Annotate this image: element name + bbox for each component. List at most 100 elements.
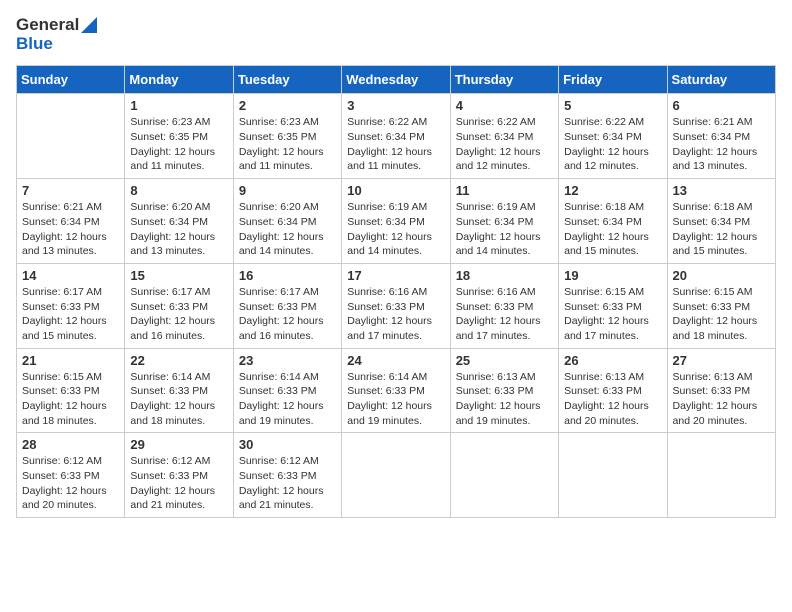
day-number: 4 [456, 98, 553, 113]
weekday-header-thursday: Thursday [450, 66, 558, 94]
day-number: 8 [130, 183, 227, 198]
day-number: 13 [673, 183, 770, 198]
calendar-cell [17, 94, 125, 179]
calendar-cell [342, 433, 450, 518]
calendar-cell: 7 Sunrise: 6:21 AMSunset: 6:34 PMDaylight… [17, 179, 125, 264]
calendar-cell: 14 Sunrise: 6:17 AMSunset: 6:33 PMDayligh… [17, 263, 125, 348]
day-info: Sunrise: 6:12 AMSunset: 6:33 PMDaylight:… [239, 454, 336, 513]
day-number: 6 [673, 98, 770, 113]
day-info: Sunrise: 6:17 AMSunset: 6:33 PMDaylight:… [130, 285, 227, 344]
day-info: Sunrise: 6:18 AMSunset: 6:34 PMDaylight:… [673, 200, 770, 259]
weekday-header-wednesday: Wednesday [342, 66, 450, 94]
day-number: 3 [347, 98, 444, 113]
day-info: Sunrise: 6:19 AMSunset: 6:34 PMDaylight:… [456, 200, 553, 259]
calendar-cell: 17 Sunrise: 6:16 AMSunset: 6:33 PMDayligh… [342, 263, 450, 348]
day-info: Sunrise: 6:17 AMSunset: 6:33 PMDaylight:… [239, 285, 336, 344]
calendar-cell: 20Sunrise: 6:15 AMSunset: 6:33 PMDayligh… [667, 263, 775, 348]
calendar-cell: 19 Sunrise: 6:15 AMSunset: 6:33 PMDayligh… [559, 263, 667, 348]
calendar-cell: 11 Sunrise: 6:19 AMSunset: 6:34 PMDayligh… [450, 179, 558, 264]
day-info: Sunrise: 6:23 AMSunset: 6:35 PMDaylight:… [130, 115, 227, 174]
day-info: Sunrise: 6:21 AMSunset: 6:34 PMDaylight:… [22, 200, 119, 259]
day-info: Sunrise: 6:13 AMSunset: 6:33 PMDaylight:… [456, 370, 553, 429]
logo: GeneralBlue [16, 16, 97, 53]
day-number: 10 [347, 183, 444, 198]
day-number: 22 [130, 353, 227, 368]
calendar-week-3: 14 Sunrise: 6:17 AMSunset: 6:33 PMDayligh… [17, 263, 776, 348]
day-number: 19 [564, 268, 661, 283]
calendar-cell: 23 Sunrise: 6:14 AMSunset: 6:33 PMDayligh… [233, 348, 341, 433]
calendar-cell: 15 Sunrise: 6:17 AMSunset: 6:33 PMDayligh… [125, 263, 233, 348]
day-number: 14 [22, 268, 119, 283]
calendar-cell: 30 Sunrise: 6:12 AMSunset: 6:33 PMDayligh… [233, 433, 341, 518]
calendar-cell: 6 Sunrise: 6:21 AMSunset: 6:34 PMDaylight… [667, 94, 775, 179]
day-info: Sunrise: 6:22 AMSunset: 6:34 PMDaylight:… [347, 115, 444, 174]
day-number: 25 [456, 353, 553, 368]
calendar-table: SundayMondayTuesdayWednesdayThursdayFrid… [16, 65, 776, 518]
day-info: Sunrise: 6:15 AMSunset: 6:33 PMDaylight:… [22, 370, 119, 429]
calendar-cell: 12 Sunrise: 6:18 AMSunset: 6:34 PMDayligh… [559, 179, 667, 264]
calendar-cell: 2 Sunrise: 6:23 AMSunset: 6:35 PMDaylight… [233, 94, 341, 179]
calendar-week-1: 1 Sunrise: 6:23 AMSunset: 6:35 PMDaylight… [17, 94, 776, 179]
day-info: Sunrise: 6:14 AMSunset: 6:33 PMDaylight:… [130, 370, 227, 429]
day-info: Sunrise: 6:13 AMSunset: 6:33 PMDaylight:… [673, 370, 770, 429]
weekday-header-saturday: Saturday [667, 66, 775, 94]
weekday-header-monday: Monday [125, 66, 233, 94]
calendar-cell: 27 Sunrise: 6:13 AMSunset: 6:33 PMDayligh… [667, 348, 775, 433]
day-number: 21 [22, 353, 119, 368]
calendar-cell: 22 Sunrise: 6:14 AMSunset: 6:33 PMDayligh… [125, 348, 233, 433]
day-info: Sunrise: 6:15 AMSunset: 6:33 PMDaylight:… [564, 285, 661, 344]
weekday-header-tuesday: Tuesday [233, 66, 341, 94]
day-info: Sunrise: 6:18 AMSunset: 6:34 PMDaylight:… [564, 200, 661, 259]
day-info: Sunrise: 6:12 AMSunset: 6:33 PMDaylight:… [130, 454, 227, 513]
day-number: 23 [239, 353, 336, 368]
day-number: 5 [564, 98, 661, 113]
day-info: Sunrise: 6:16 AMSunset: 6:33 PMDaylight:… [347, 285, 444, 344]
calendar-week-4: 21 Sunrise: 6:15 AMSunset: 6:33 PMDayligh… [17, 348, 776, 433]
day-number: 27 [673, 353, 770, 368]
day-info: Sunrise: 6:12 AMSunset: 6:33 PMDaylight:… [22, 454, 119, 513]
calendar-cell: 13 Sunrise: 6:18 AMSunset: 6:34 PMDayligh… [667, 179, 775, 264]
day-info: Sunrise: 6:20 AMSunset: 6:34 PMDaylight:… [239, 200, 336, 259]
day-number: 15 [130, 268, 227, 283]
day-number: 18 [456, 268, 553, 283]
day-info: Sunrise: 6:16 AMSunset: 6:33 PMDaylight:… [456, 285, 553, 344]
calendar-cell: 8 Sunrise: 6:20 AMSunset: 6:34 PMDaylight… [125, 179, 233, 264]
day-number: 24 [347, 353, 444, 368]
day-number: 28 [22, 437, 119, 452]
calendar-cell [559, 433, 667, 518]
day-number: 1 [130, 98, 227, 113]
calendar-cell: 26Sunrise: 6:13 AMSunset: 6:33 PMDayligh… [559, 348, 667, 433]
day-number: 11 [456, 183, 553, 198]
calendar-cell: 18 Sunrise: 6:16 AMSunset: 6:33 PMDayligh… [450, 263, 558, 348]
day-info: Sunrise: 6:21 AMSunset: 6:34 PMDaylight:… [673, 115, 770, 174]
day-number: 9 [239, 183, 336, 198]
day-info: Sunrise: 6:13 AMSunset: 6:33 PMDaylight:… [564, 370, 661, 429]
day-number: 20 [673, 268, 770, 283]
calendar-cell: 10 Sunrise: 6:19 AMSunset: 6:34 PMDayligh… [342, 179, 450, 264]
calendar-cell: 16 Sunrise: 6:17 AMSunset: 6:33 PMDayligh… [233, 263, 341, 348]
calendar-cell: 9 Sunrise: 6:20 AMSunset: 6:34 PMDaylight… [233, 179, 341, 264]
day-info: Sunrise: 6:22 AMSunset: 6:34 PMDaylight:… [564, 115, 661, 174]
day-number: 2 [239, 98, 336, 113]
day-number: 30 [239, 437, 336, 452]
day-number: 7 [22, 183, 119, 198]
day-info: Sunrise: 6:19 AMSunset: 6:34 PMDaylight:… [347, 200, 444, 259]
calendar-cell: 3 Sunrise: 6:22 AMSunset: 6:34 PMDaylight… [342, 94, 450, 179]
calendar-cell [667, 433, 775, 518]
calendar-cell: 5 Sunrise: 6:22 AMSunset: 6:34 PMDaylight… [559, 94, 667, 179]
day-number: 16 [239, 268, 336, 283]
day-info: Sunrise: 6:23 AMSunset: 6:35 PMDaylight:… [239, 115, 336, 174]
weekday-header-row: SundayMondayTuesdayWednesdayThursdayFrid… [17, 66, 776, 94]
day-info: Sunrise: 6:17 AMSunset: 6:33 PMDaylight:… [22, 285, 119, 344]
day-info: Sunrise: 6:20 AMSunset: 6:34 PMDaylight:… [130, 200, 227, 259]
day-info: Sunrise: 6:14 AMSunset: 6:33 PMDaylight:… [347, 370, 444, 429]
calendar-cell: 28 Sunrise: 6:12 AMSunset: 6:33 PMDayligh… [17, 433, 125, 518]
day-number: 12 [564, 183, 661, 198]
weekday-header-sunday: Sunday [17, 66, 125, 94]
day-number: 17 [347, 268, 444, 283]
calendar-cell: 4Sunrise: 6:22 AMSunset: 6:34 PMDaylight… [450, 94, 558, 179]
day-info: Sunrise: 6:14 AMSunset: 6:33 PMDaylight:… [239, 370, 336, 429]
weekday-header-friday: Friday [559, 66, 667, 94]
calendar-week-5: 28 Sunrise: 6:12 AMSunset: 6:33 PMDayligh… [17, 433, 776, 518]
page-header: GeneralBlue [16, 16, 776, 53]
